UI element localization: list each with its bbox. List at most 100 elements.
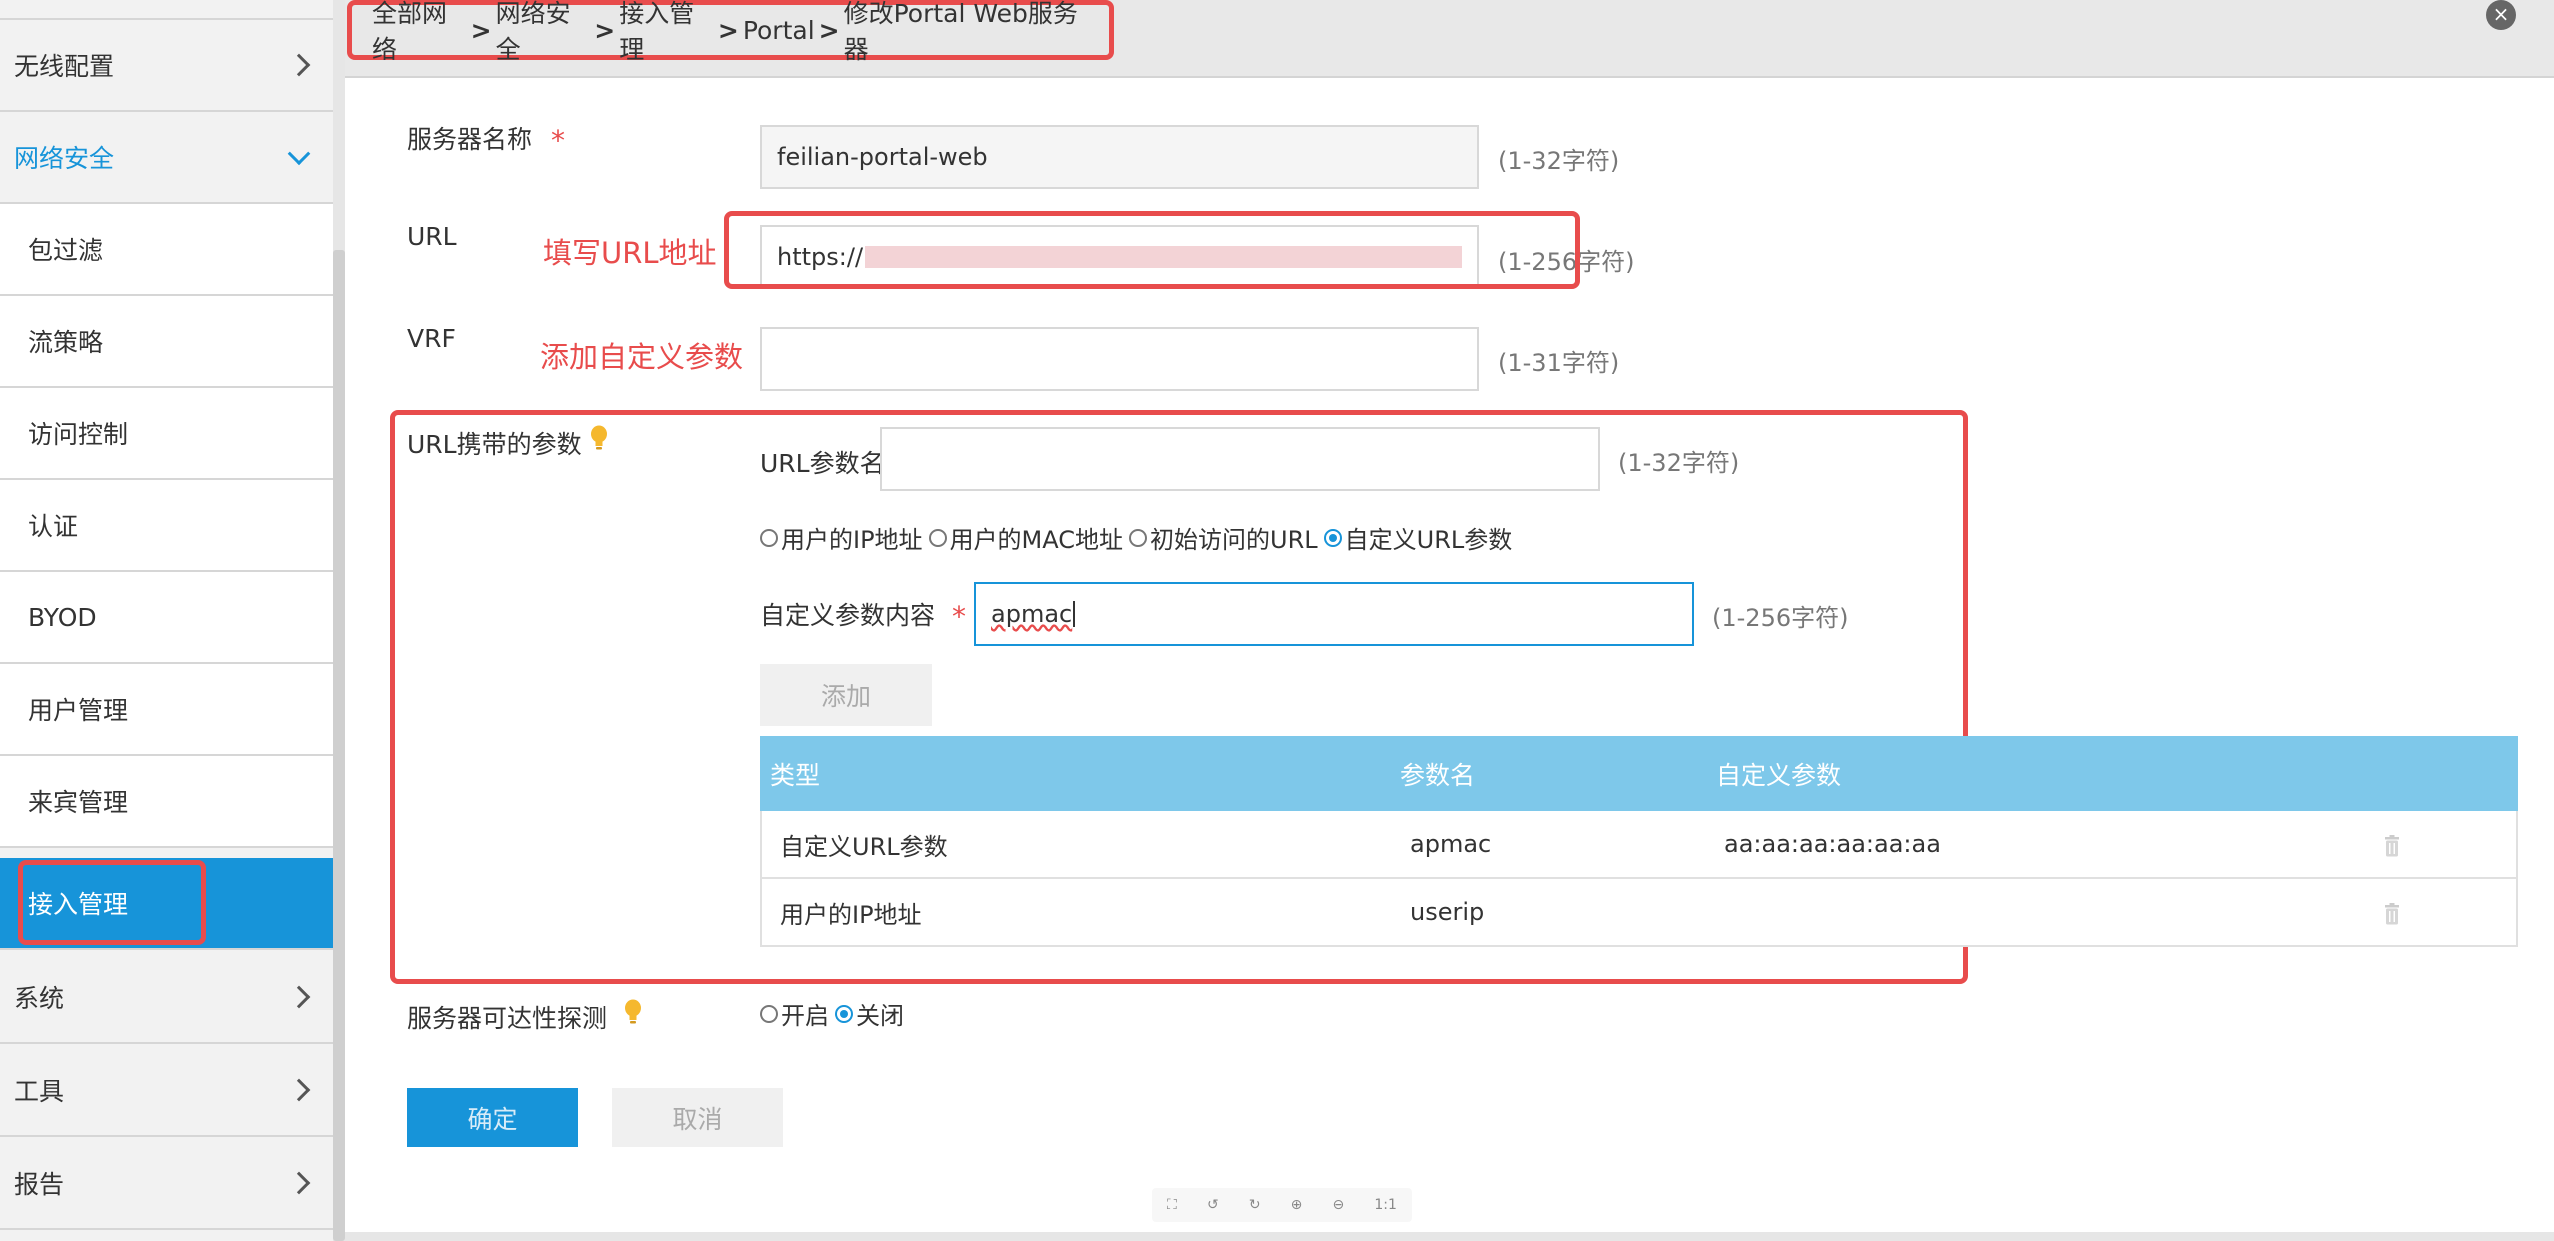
cell-custom: aa:aa:aa:aa:aa:aa	[1724, 830, 1941, 858]
sidebar-item-access-control[interactable]: 访问控制	[0, 388, 333, 480]
close-icon[interactable]: ×	[2486, 0, 2516, 30]
sidebar-item-label: 流策略	[28, 328, 104, 357]
add-param-button[interactable]: 添加	[760, 664, 932, 726]
probe-radio-group: 开启 关闭	[760, 996, 910, 1031]
breadcrumb-separator-icon: >	[818, 15, 840, 45]
param-type-radio-group: 用户的IP地址 用户的MAC地址 初始访问的URL 自定义URL参数	[760, 520, 1518, 555]
sidebar-item-flow-policy[interactable]: 流策略	[0, 296, 333, 388]
sidebar-item-wireless-config[interactable]: 无线配置	[0, 20, 333, 112]
required-marker: *	[551, 124, 565, 157]
chevron-down-icon	[287, 142, 311, 166]
radio-option-custom-param[interactable]: 自定义URL参数	[1323, 520, 1512, 555]
zoom-in-icon[interactable]: ⊕	[1291, 1197, 1303, 1213]
cell-param-name: apmac	[1410, 830, 1492, 858]
sidebar-item-label: 工具	[14, 1077, 65, 1106]
radio-button-selected[interactable]	[1323, 528, 1342, 547]
rotate-left-icon[interactable]: ↺	[1207, 1197, 1219, 1213]
radio-option-user-mac[interactable]: 用户的MAC地址	[928, 520, 1124, 555]
table-row: 用户的IP地址 userip	[760, 879, 2518, 947]
lightbulb-icon[interactable]	[590, 425, 608, 451]
table-header-param-name[interactable]: 参数名	[1400, 736, 1475, 811]
page-header: 全部网络 > 网络安全 > 接入管理 > Portal > 修改Portal W…	[345, 0, 2554, 78]
sidebar-item-authentication[interactable]: 认证	[0, 480, 333, 572]
rotate-right-icon[interactable]: ↻	[1249, 1197, 1261, 1213]
radio-button[interactable]	[760, 528, 778, 547]
radio-label: 开启	[781, 1002, 829, 1030]
breadcrumb: 全部网络 > 网络安全 > 接入管理 > Portal > 修改Portal W…	[347, 0, 1114, 64]
sidebar-item-label: 来宾管理	[28, 788, 129, 817]
radio-option-probe-on[interactable]: 开启	[760, 996, 829, 1031]
cell-type: 用户的IP地址	[780, 900, 922, 929]
annotation-highlight-access-management	[18, 860, 206, 945]
sidebar-item-label: 用户管理	[28, 696, 129, 725]
radio-option-user-ip[interactable]: 用户的IP地址	[760, 520, 923, 555]
required-marker: *	[952, 600, 966, 633]
radio-label: 初始访问的URL	[1150, 526, 1318, 554]
sidebar-item-reports[interactable]: 报告	[0, 1138, 333, 1230]
radio-button[interactable]	[1129, 528, 1148, 547]
annotation-highlight-url	[724, 211, 1580, 289]
sidebar-item-network-security[interactable]: 网络安全	[0, 112, 333, 204]
actual-size-button[interactable]: 1:1	[1374, 1197, 1397, 1213]
url-param-name-label: URL参数名	[760, 449, 885, 478]
table-header-type[interactable]: 类型	[770, 736, 820, 811]
zoom-out-icon[interactable]: ⊖	[1333, 1197, 1345, 1213]
breadcrumb-separator-icon: >	[470, 15, 492, 45]
cell-type: 自定义URL参数	[780, 832, 948, 861]
cancel-button[interactable]: 取消	[612, 1088, 783, 1147]
sidebar-item-byod[interactable]: BYOD	[0, 572, 333, 664]
server-name-hint: (1-32字符)	[1498, 147, 1620, 175]
delete-trash-icon[interactable]	[2384, 835, 2400, 857]
url-param-name-hint: (1-32字符)	[1618, 449, 1740, 477]
breadcrumb-item[interactable]: 网络安全	[496, 0, 591, 66]
horizontal-scrollbar[interactable]	[345, 1232, 2554, 1241]
url-params-label: URL携带的参数	[407, 430, 582, 459]
breadcrumb-item[interactable]: 接入管理	[619, 0, 714, 66]
fullscreen-icon[interactable]: ⛶	[1167, 1197, 1177, 1213]
chevron-right-icon	[287, 1171, 311, 1195]
sidebar-item-label: 报告	[14, 1170, 65, 1199]
custom-content-value: apmac	[991, 600, 1073, 628]
vrf-input[interactable]	[760, 327, 1479, 391]
sidebar-item-tools[interactable]: 工具	[0, 1045, 333, 1137]
radio-label: 关闭	[856, 1002, 904, 1030]
annotation-url-note: 填写URL地址	[543, 236, 717, 270]
sidebar-item-label: 系统	[14, 984, 65, 1013]
url-param-name-input[interactable]	[880, 427, 1600, 491]
sidebar-scrollbar-thumb[interactable]	[333, 250, 345, 1241]
sidebar-item-guest-management[interactable]: 来宾管理	[0, 756, 333, 848]
custom-content-input[interactable]: apmac	[974, 582, 1694, 646]
table-header: 类型 参数名 自定义参数	[760, 736, 2518, 811]
radio-label: 用户的MAC地址	[949, 526, 1124, 554]
table-header-custom[interactable]: 自定义参数	[1716, 736, 1841, 811]
server-name-label: 服务器名称	[407, 125, 533, 154]
sidebar-item-system[interactable]: 系统	[0, 952, 333, 1044]
sidebar: 无线配置 网络安全 包过滤 流策略 访问控制 认证 BYOD 用户管理 来宾管理…	[0, 0, 333, 1241]
radio-button-selected[interactable]	[835, 1004, 853, 1023]
sidebar-item-packet-filter[interactable]: 包过滤	[0, 204, 333, 296]
sidebar-top-spacer	[0, 0, 333, 20]
breadcrumb-separator-icon: >	[717, 15, 739, 45]
radio-button[interactable]	[760, 1004, 778, 1023]
lightbulb-icon[interactable]	[624, 999, 642, 1025]
breadcrumb-separator-icon: >	[594, 15, 616, 45]
params-table: 类型 参数名 自定义参数 自定义URL参数 apmac aa:aa:aa:aa:…	[760, 736, 2518, 947]
sidebar-item-user-management[interactable]: 用户管理	[0, 664, 333, 756]
server-name-input[interactable]: feilian-portal-web	[760, 125, 1479, 189]
radio-option-initial-url[interactable]: 初始访问的URL	[1129, 520, 1318, 555]
text-cursor	[1073, 601, 1076, 627]
probe-label: 服务器可达性探测	[407, 1004, 608, 1033]
breadcrumb-item[interactable]: 全部网络	[372, 0, 467, 66]
custom-content-label: 自定义参数内容	[760, 601, 936, 630]
sidebar-item-label: 网络安全	[14, 144, 115, 173]
chevron-right-icon	[287, 1078, 311, 1102]
confirm-button[interactable]: 确定	[407, 1088, 578, 1147]
sidebar-item-label: 无线配置	[14, 52, 115, 81]
breadcrumb-item[interactable]: Portal	[743, 16, 815, 45]
delete-trash-icon[interactable]	[2384, 903, 2400, 925]
radio-button[interactable]	[928, 528, 947, 547]
radio-option-probe-off[interactable]: 关闭	[835, 996, 904, 1031]
sidebar-item-label: 访问控制	[28, 420, 129, 449]
vrf-hint: (1-31字符)	[1498, 349, 1620, 377]
cell-param-name: userip	[1410, 898, 1485, 926]
